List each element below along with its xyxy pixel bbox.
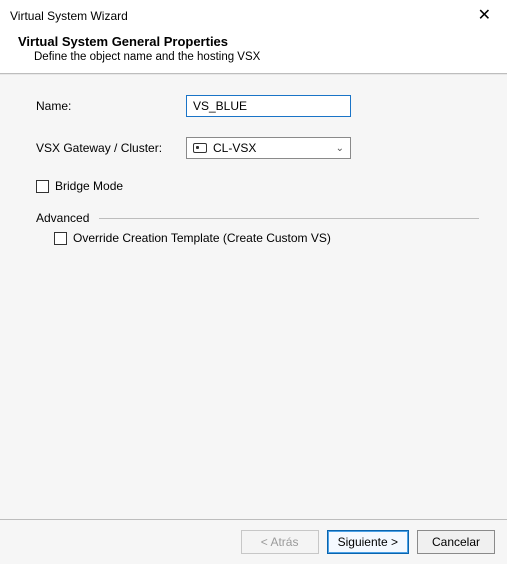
window-title: Virtual System Wizard: [10, 9, 128, 23]
override-checkbox[interactable]: [54, 232, 67, 245]
back-button[interactable]: < Atrás: [241, 530, 319, 554]
cancel-button[interactable]: Cancelar: [417, 530, 495, 554]
advanced-label: Advanced: [36, 211, 89, 225]
cluster-icon: [193, 143, 207, 153]
name-row: Name:: [36, 95, 479, 117]
wizard-footer: < Atrás Siguiente > Cancelar: [0, 519, 507, 564]
form-body: Name: VSX Gateway / Cluster: CL-VSX ⌄ Br…: [0, 74, 507, 519]
wizard-header: Virtual System General Properties Define…: [0, 30, 507, 73]
advanced-separator: Advanced: [36, 211, 479, 225]
gateway-value: CL-VSX: [213, 141, 256, 155]
page-title: Virtual System General Properties: [18, 34, 495, 49]
gateway-combobox[interactable]: CL-VSX ⌄: [186, 137, 351, 159]
chevron-down-icon: ⌄: [336, 143, 344, 154]
override-row: Override Creation Template (Create Custo…: [54, 231, 479, 245]
bridge-mode-row: Bridge Mode: [36, 179, 479, 193]
next-button[interactable]: Siguiente >: [327, 530, 409, 554]
gateway-label: VSX Gateway / Cluster:: [36, 141, 186, 155]
bridge-mode-checkbox[interactable]: [36, 180, 49, 193]
title-bar: Virtual System Wizard ✕: [0, 0, 507, 30]
name-label: Name:: [36, 99, 186, 113]
gateway-row: VSX Gateway / Cluster: CL-VSX ⌄: [36, 137, 479, 159]
name-input[interactable]: [186, 95, 351, 117]
bridge-mode-label: Bridge Mode: [55, 179, 123, 193]
close-icon[interactable]: ✕: [472, 6, 497, 26]
override-label: Override Creation Template (Create Custo…: [73, 231, 331, 245]
advanced-line: [99, 218, 479, 219]
page-subtitle: Define the object name and the hosting V…: [34, 51, 495, 63]
